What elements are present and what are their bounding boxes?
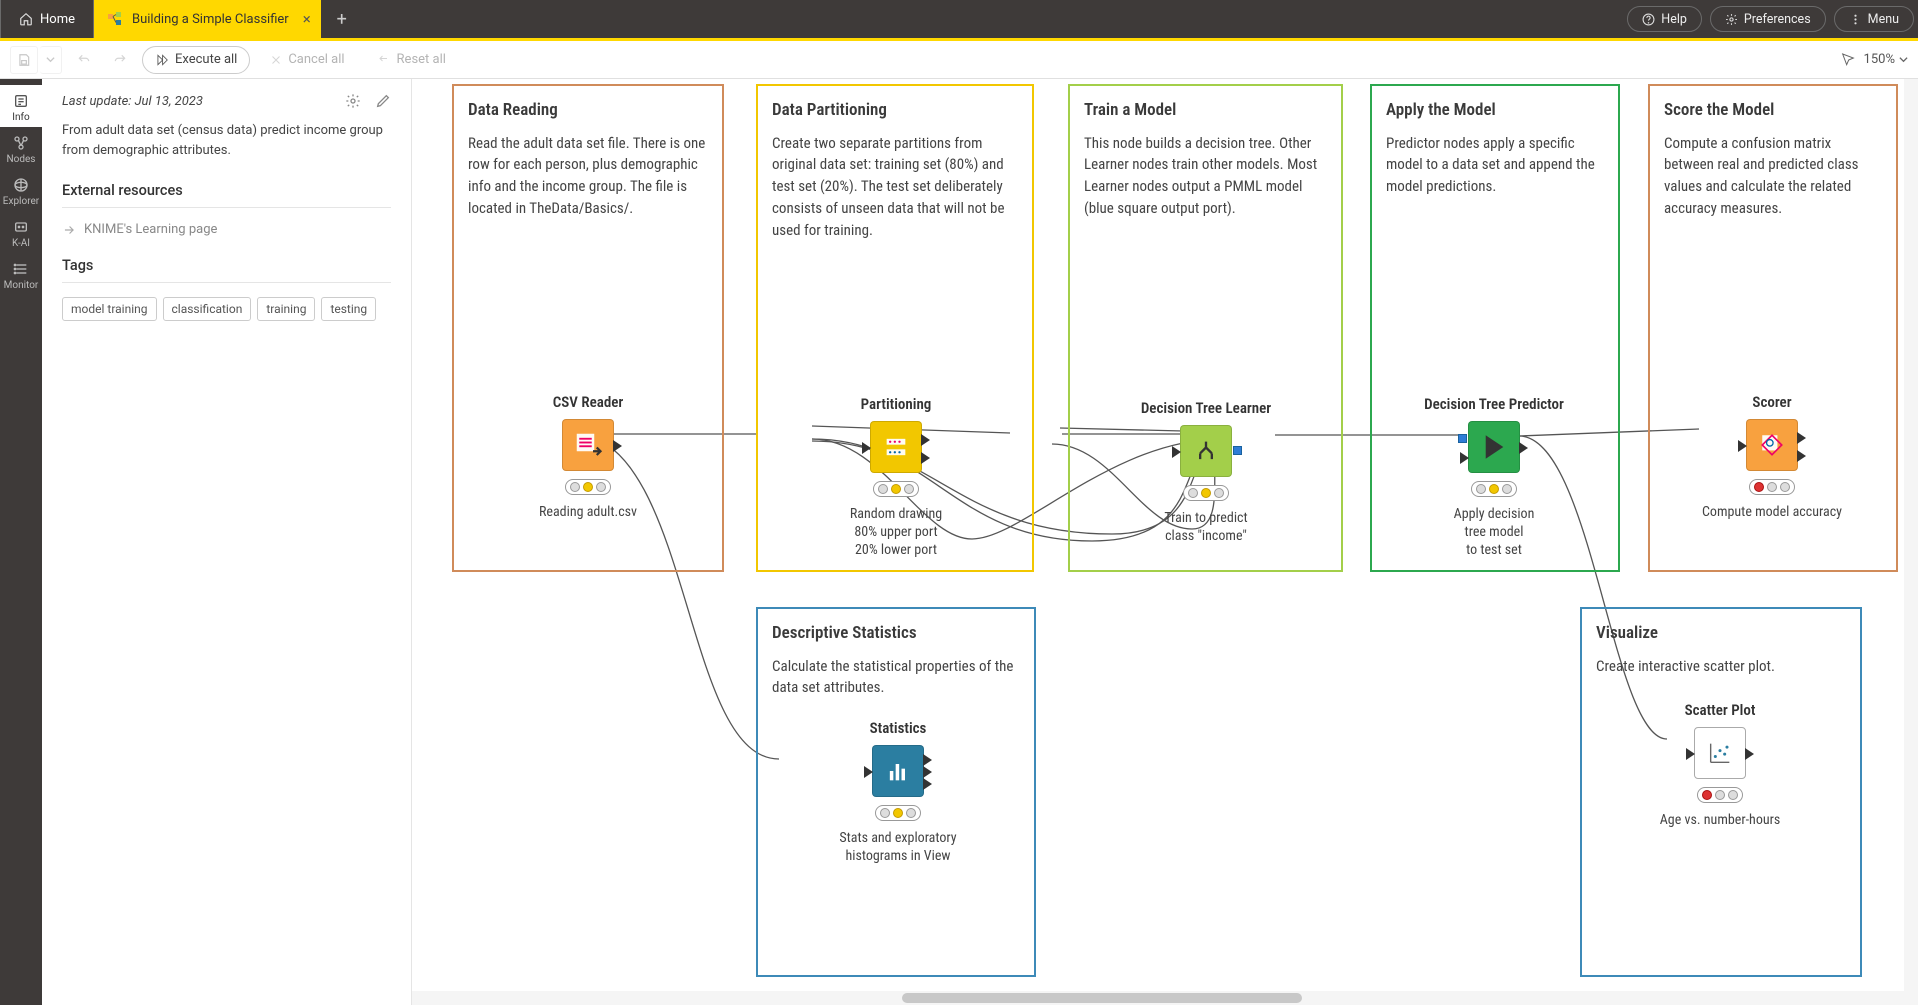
new-tab-button[interactable]: + [321, 0, 363, 38]
preferences-label: Preferences [1744, 12, 1811, 27]
external-resources-header: External resources [62, 182, 391, 199]
close-tab-button[interactable]: × [303, 10, 311, 28]
undo-icon [76, 53, 92, 67]
workflow-icon [108, 12, 124, 26]
info-panel: Last update: Jul 13, 2023 From adult dat… [42, 79, 412, 1005]
rail-monitor[interactable]: Monitor [0, 253, 42, 295]
reset-all-button[interactable]: Reset all [365, 46, 458, 74]
vertical-scrollbar[interactable] [1904, 79, 1918, 991]
menu-label: Menu [1868, 12, 1899, 27]
rail-explorer[interactable]: Explorer [0, 169, 42, 211]
cancel-all-label: Cancel all [288, 52, 344, 67]
node-scorer[interactable]: Scorer Compute model accuracy [1662, 393, 1882, 521]
save-icon [17, 53, 31, 67]
edit-icon[interactable] [375, 93, 391, 109]
partitioning-icon [882, 433, 910, 461]
learner-icon [1192, 437, 1220, 465]
workflow-tab[interactable]: Building a Simple Classifier × [94, 0, 321, 38]
gear-icon[interactable] [345, 93, 361, 109]
learning-page-link[interactable]: KNIME's Learning page [62, 222, 391, 237]
node-tree-predictor[interactable]: Decision Tree Predictor Apply decision t… [1384, 395, 1604, 560]
node-tree-learner[interactable]: Decision Tree Learner Train to predict c… [1096, 399, 1316, 545]
save-dropdown[interactable] [40, 46, 62, 74]
execute-all-label: Execute all [175, 52, 237, 67]
rail-kai[interactable]: K-AI [0, 211, 42, 253]
reset-icon [377, 54, 391, 66]
node-statistics[interactable]: Statistics Stats and exploratory histogr… [788, 719, 1008, 865]
help-label: Help [1661, 12, 1687, 27]
workflow-canvas[interactable]: Data Reading Read the adult data set fil… [412, 79, 1912, 999]
play-all-icon [155, 53, 169, 67]
cursor-icon [1840, 52, 1856, 68]
node-csv-reader[interactable]: CSV Reader Reading adult.csv [478, 393, 698, 521]
gear-icon [1725, 13, 1738, 26]
undo-button[interactable] [70, 46, 98, 74]
save-button[interactable] [10, 46, 38, 74]
scorer-icon [1759, 432, 1785, 458]
redo-button[interactable] [106, 46, 134, 74]
rail-nodes[interactable]: Nodes [0, 127, 42, 169]
nodes-rail-icon [13, 135, 29, 151]
menu-button[interactable]: Menu [1834, 6, 1914, 32]
help-button[interactable]: Help [1627, 6, 1702, 32]
horizontal-scrollbar[interactable] [412, 991, 1918, 1005]
tag[interactable]: model training [62, 297, 157, 321]
tag[interactable]: classification [163, 297, 252, 321]
tags-list: model training classification training t… [62, 297, 391, 321]
preferences-button[interactable]: Preferences [1710, 6, 1826, 32]
tags-header: Tags [62, 257, 391, 274]
execute-all-button[interactable]: Execute all [142, 46, 250, 74]
help-icon [1642, 13, 1655, 26]
scatter-icon [1706, 739, 1734, 767]
zoom-level[interactable]: 150% [1864, 52, 1908, 67]
node-scatter-plot[interactable]: Scatter Plot Age vs. number-hours [1610, 701, 1830, 829]
tag[interactable]: training [257, 297, 315, 321]
predictor-icon [1480, 433, 1508, 461]
chevron-down-icon [1899, 55, 1908, 64]
redo-icon [112, 53, 128, 67]
kai-rail-icon [13, 219, 29, 235]
chevron-down-icon [46, 55, 55, 64]
info-rail-icon [13, 93, 29, 109]
explorer-rail-icon [13, 177, 29, 193]
rail-info[interactable]: Info [0, 85, 42, 127]
node-partitioning[interactable]: Partitioning Random drawing 80% upper po… [786, 395, 1006, 560]
workflow-description: From adult data set (census data) predic… [62, 121, 391, 160]
menu-icon [1849, 13, 1862, 26]
cancel-icon [270, 54, 282, 66]
home-label: Home [40, 12, 75, 27]
last-update: Last update: Jul 13, 2023 [62, 94, 203, 109]
reset-all-label: Reset all [397, 52, 446, 67]
monitor-rail-icon [13, 261, 29, 277]
csv-reader-icon [573, 430, 603, 460]
stats-icon [884, 757, 912, 785]
cancel-all-button[interactable]: Cancel all [258, 46, 356, 74]
home-icon [19, 12, 33, 26]
arrow-right-icon [62, 223, 76, 237]
tag[interactable]: testing [321, 297, 376, 321]
workflow-tab-label: Building a Simple Classifier [132, 12, 289, 27]
home-tab[interactable]: Home [0, 0, 94, 38]
